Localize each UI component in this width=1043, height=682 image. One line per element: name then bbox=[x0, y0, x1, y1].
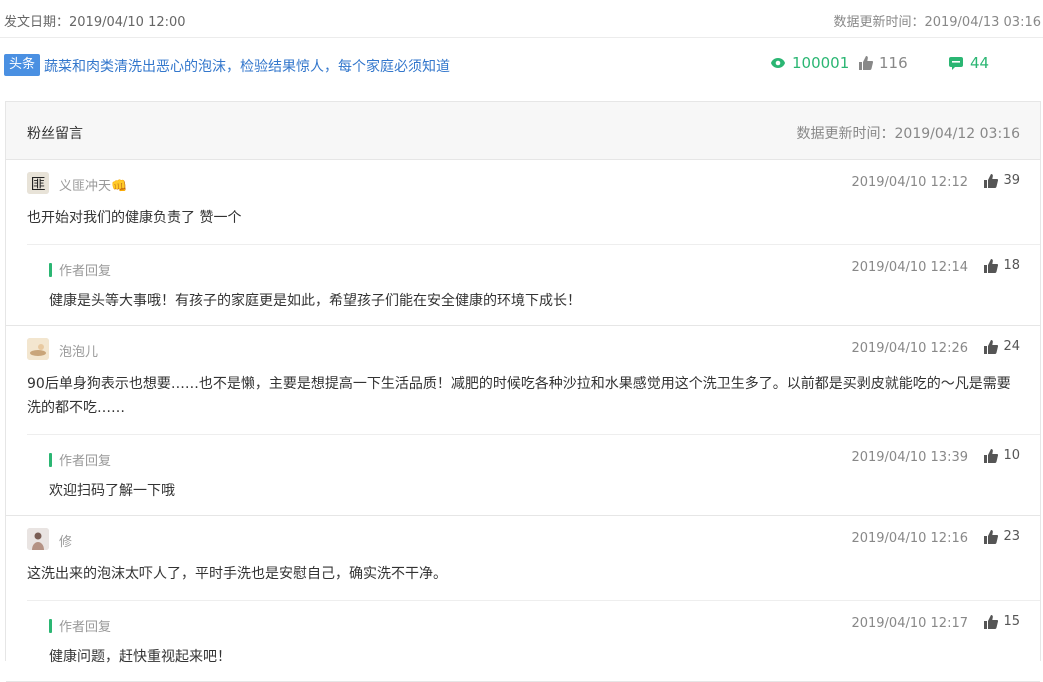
svg-text:匪: 匪 bbox=[30, 175, 45, 193]
comment-username[interactable]: 义匪冲天👊 bbox=[59, 175, 127, 194]
comment-like-button[interactable]: 39 bbox=[984, 173, 1020, 188]
comment-time: 2019/04/10 12:12 bbox=[851, 175, 968, 190]
panel-header: 粉丝留言 数据更新时间：2019/04/12 03:16 bbox=[6, 102, 1040, 160]
thumbs-up-icon bbox=[984, 258, 999, 273]
comment-time: 2019/04/10 12:16 bbox=[851, 531, 968, 546]
comment-like-count: 39 bbox=[1003, 173, 1020, 188]
comment-like-button[interactable]: 23 bbox=[984, 529, 1020, 544]
author-reply: 作者回复 2019/04/10 13:39 10 欢迎扫码了解一下哦 bbox=[27, 434, 1040, 515]
publish-date-value: 2019/04/10 12:00 bbox=[69, 15, 186, 30]
reply-like-count: 18 bbox=[1003, 258, 1020, 273]
reply-like-button[interactable]: 15 bbox=[984, 614, 1020, 629]
comments-stat: 44 bbox=[948, 54, 989, 72]
comment-like-button[interactable]: 24 bbox=[984, 339, 1020, 354]
reply-text: 健康是头等大事哦！有孩子的家庭更是如此，希望孩子们能在安全健康的环境下成长！ bbox=[49, 293, 581, 309]
top-meta-bar: 发文日期：2019/04/10 12:00 数据更新时间：2019/04/13 … bbox=[0, 0, 1043, 38]
article-row: 头条 蔬菜和肉类清洗出恶心的泡沫，检验结果惊人，每个家庭必须知道 100001 … bbox=[0, 38, 1043, 94]
reply-text: 健康问题，赶快重视起来吧！ bbox=[49, 649, 231, 665]
reply-label: 作者回复 bbox=[59, 454, 112, 469]
views-stat: 100001 bbox=[770, 54, 849, 72]
reply-accent-bar bbox=[49, 619, 52, 633]
reply-like-button[interactable]: 18 bbox=[984, 258, 1020, 273]
thumbs-up-icon bbox=[859, 56, 873, 70]
publish-date: 发文日期：2019/04/10 12:00 bbox=[4, 11, 186, 30]
thumbs-up-icon bbox=[984, 173, 999, 188]
data-update-time: 数据更新时间：2019/04/13 03:16 bbox=[833, 11, 1041, 30]
reply-time: 2019/04/10 12:17 bbox=[851, 616, 968, 631]
comment-text: 90后单身狗表示也想要……也不是懒，主要是想提高一下生活品质！减肥的时候吃各种沙… bbox=[27, 376, 1011, 416]
reply-like-count: 10 bbox=[1003, 448, 1020, 463]
fan-comments-panel: 粉丝留言 数据更新时间：2019/04/12 03:16 匪 义匪冲天👊 201… bbox=[5, 101, 1041, 682]
comment-item: 匪 义匪冲天👊 2019/04/10 12:12 39 也开始对我们的健康负责了… bbox=[6, 160, 1040, 326]
thumbs-up-icon bbox=[984, 448, 999, 463]
likes-stat: 116 bbox=[859, 54, 908, 72]
thumbs-up-icon bbox=[984, 339, 999, 354]
comments-count: 44 bbox=[970, 54, 990, 72]
comment-item: 泡泡儿 2019/04/10 12:26 24 90后单身狗表示也想要……也不是… bbox=[6, 326, 1040, 516]
comment-like-count: 24 bbox=[1003, 339, 1020, 354]
panel-title: 粉丝留言 bbox=[27, 126, 83, 142]
update-label: 数据更新时间： bbox=[833, 15, 925, 30]
avatar[interactable]: 匪 bbox=[27, 172, 49, 194]
update-date-value: 2019/04/13 03:16 bbox=[924, 15, 1041, 30]
comment-text: 也开始对我们的健康负责了 赞一个 bbox=[27, 210, 242, 226]
reply-like-count: 15 bbox=[1003, 614, 1020, 629]
comment-icon bbox=[948, 56, 964, 71]
likes-count: 116 bbox=[879, 54, 908, 72]
author-reply: 作者回复 2019/04/10 12:14 18 健康是头等大事哦！有孩子的家庭… bbox=[27, 244, 1040, 325]
author-reply: 作者回复 2019/04/10 12:17 15 健康问题，赶快重视起来吧！ bbox=[27, 600, 1040, 681]
panel-update-time: 数据更新时间：2019/04/12 03:16 bbox=[796, 126, 1021, 142]
comment-text: 这洗出来的泡沫太吓人了，平时手洗也是安慰自己，确实洗不干净。 bbox=[27, 566, 447, 582]
views-count: 100001 bbox=[792, 54, 850, 72]
avatar[interactable] bbox=[27, 338, 49, 360]
reply-label: 作者回复 bbox=[59, 264, 112, 279]
reply-accent-bar bbox=[49, 453, 52, 467]
avatar[interactable] bbox=[27, 528, 49, 550]
article-title-link[interactable]: 蔬菜和肉类清洗出恶心的泡沫，检验结果惊人，每个家庭必须知道 bbox=[44, 56, 450, 76]
reply-time: 2019/04/10 13:39 bbox=[851, 450, 968, 465]
reply-label: 作者回复 bbox=[59, 620, 112, 635]
comment-username[interactable]: 修 bbox=[59, 531, 72, 550]
thumbs-up-icon bbox=[984, 614, 999, 629]
comment-username[interactable]: 泡泡儿 bbox=[59, 341, 98, 360]
reply-like-button[interactable]: 10 bbox=[984, 448, 1020, 463]
headline-tag: 头条 bbox=[4, 54, 41, 76]
comment-time: 2019/04/10 12:26 bbox=[851, 341, 968, 356]
reply-time: 2019/04/10 12:14 bbox=[851, 260, 968, 275]
publish-label: 发文日期： bbox=[4, 15, 70, 30]
comment-item: 修 2019/04/10 12:16 23 这洗出来的泡沫太吓人了，平时手洗也是… bbox=[6, 516, 1040, 682]
reply-text: 欢迎扫码了解一下哦 bbox=[49, 483, 175, 499]
thumbs-up-icon bbox=[984, 529, 999, 544]
comment-like-count: 23 bbox=[1003, 529, 1020, 544]
reply-accent-bar bbox=[49, 263, 52, 277]
eye-icon bbox=[770, 57, 786, 69]
